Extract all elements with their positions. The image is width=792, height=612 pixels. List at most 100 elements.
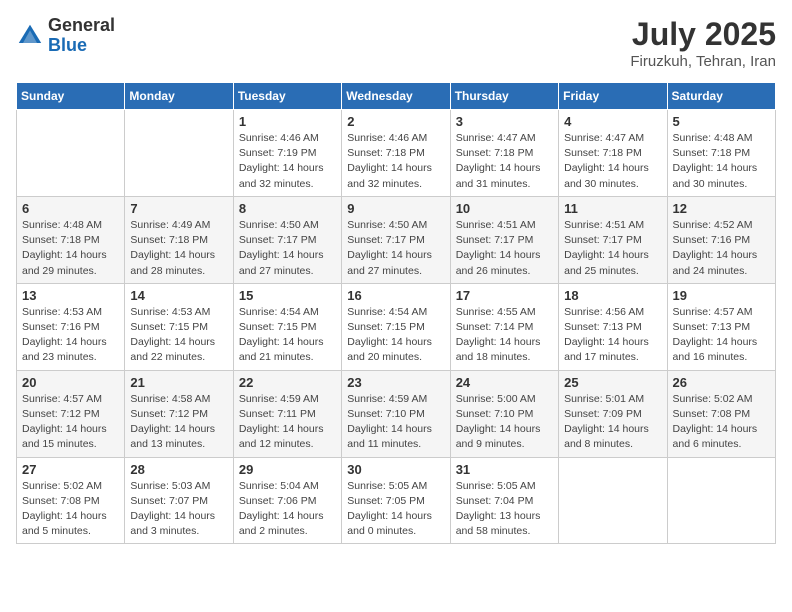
calendar-cell: 6Sunrise: 4:48 AM Sunset: 7:18 PM Daylig… xyxy=(17,196,125,283)
calendar-cell: 9Sunrise: 4:50 AM Sunset: 7:17 PM Daylig… xyxy=(342,196,450,283)
calendar-week-row: 13 Sunrise: 4:53 AM Sunset: 7:16 PM Dayli… xyxy=(17,283,776,370)
day-number: 28 xyxy=(130,462,227,477)
day-number: 11 xyxy=(564,201,661,216)
day-info: Sunrise: 5:02 AM Sunset: 7:08 PM Dayligh… xyxy=(22,479,119,540)
calendar-cell: 16 Sunrise: 4:54 AM Sunset: 7:15 PM Dayli… xyxy=(342,283,450,370)
calendar-cell: 12 Sunrise: 4:52 AM Sunset: 7:16 PM Dayli… xyxy=(667,196,775,283)
day-info: Sunrise: 4:48 AM Sunset: 7:18 PM Dayligh… xyxy=(22,218,119,279)
day-info: Sunrise: 4:58 AM Sunset: 7:12 PM Dayligh… xyxy=(130,392,227,453)
day-number: 7 xyxy=(130,201,227,216)
day-number: 30 xyxy=(347,462,444,477)
calendar-cell: 14Sunrise: 4:53 AM Sunset: 7:15 PM Dayli… xyxy=(125,283,233,370)
weekday-header: Saturday xyxy=(667,83,775,110)
calendar-cell: 11 Sunrise: 4:51 AM Sunset: 7:17 PM Dayli… xyxy=(559,196,667,283)
calendar-week-row: 20Sunrise: 4:57 AM Sunset: 7:12 PM Dayli… xyxy=(17,370,776,457)
day-info: Sunrise: 4:59 AM Sunset: 7:10 PM Dayligh… xyxy=(347,392,444,453)
calendar-cell: 30Sunrise: 5:05 AM Sunset: 7:05 PM Dayli… xyxy=(342,457,450,544)
weekday-header: Sunday xyxy=(17,83,125,110)
weekday-header: Tuesday xyxy=(233,83,341,110)
day-info: Sunrise: 4:46 AM Sunset: 7:18 PM Dayligh… xyxy=(347,131,444,192)
calendar-cell: 8 Sunrise: 4:50 AM Sunset: 7:17 PM Daylig… xyxy=(233,196,341,283)
day-info: Sunrise: 5:02 AM Sunset: 7:08 PM Dayligh… xyxy=(673,392,770,453)
day-info: Sunrise: 4:57 AM Sunset: 7:13 PM Dayligh… xyxy=(673,305,770,366)
day-number: 1 xyxy=(239,114,336,129)
day-number: 15 xyxy=(239,288,336,303)
day-number: 13 xyxy=(22,288,119,303)
calendar-cell xyxy=(17,110,125,197)
weekday-header: Monday xyxy=(125,83,233,110)
weekday-header: Friday xyxy=(559,83,667,110)
calendar-table: SundayMondayTuesdayWednesdayThursdayFrid… xyxy=(16,82,776,544)
logo-icon xyxy=(16,22,44,50)
day-info: Sunrise: 4:54 AM Sunset: 7:15 PM Dayligh… xyxy=(347,305,444,366)
calendar-cell: 3 Sunrise: 4:47 AM Sunset: 7:18 PM Daylig… xyxy=(450,110,558,197)
calendar-cell: 24 Sunrise: 5:00 AM Sunset: 7:10 PM Dayli… xyxy=(450,370,558,457)
calendar-cell: 20Sunrise: 4:57 AM Sunset: 7:12 PM Dayli… xyxy=(17,370,125,457)
day-info: Sunrise: 5:04 AM Sunset: 7:06 PM Dayligh… xyxy=(239,479,336,540)
day-info: Sunrise: 5:00 AM Sunset: 7:10 PM Dayligh… xyxy=(456,392,553,453)
day-info: Sunrise: 4:52 AM Sunset: 7:16 PM Dayligh… xyxy=(673,218,770,279)
day-info: Sunrise: 4:48 AM Sunset: 7:18 PM Dayligh… xyxy=(673,131,770,192)
weekday-header: Wednesday xyxy=(342,83,450,110)
weekday-header: Thursday xyxy=(450,83,558,110)
day-number: 27 xyxy=(22,462,119,477)
day-info: Sunrise: 4:59 AM Sunset: 7:11 PM Dayligh… xyxy=(239,392,336,453)
day-number: 5 xyxy=(673,114,770,129)
calendar-cell: 10Sunrise: 4:51 AM Sunset: 7:17 PM Dayli… xyxy=(450,196,558,283)
day-number: 8 xyxy=(239,201,336,216)
day-number: 26 xyxy=(673,375,770,390)
calendar-week-row: 1 Sunrise: 4:46 AM Sunset: 7:19 PM Daylig… xyxy=(17,110,776,197)
calendar-cell: 21Sunrise: 4:58 AM Sunset: 7:12 PM Dayli… xyxy=(125,370,233,457)
day-number: 12 xyxy=(673,201,770,216)
weekday-header-row: SundayMondayTuesdayWednesdayThursdayFrid… xyxy=(17,83,776,110)
calendar-cell: 28Sunrise: 5:03 AM Sunset: 7:07 PM Dayli… xyxy=(125,457,233,544)
day-info: Sunrise: 4:53 AM Sunset: 7:16 PM Dayligh… xyxy=(22,305,119,366)
calendar-cell: 29 Sunrise: 5:04 AM Sunset: 7:06 PM Dayli… xyxy=(233,457,341,544)
page-header: General Blue July 2025 Firuzkuh, Tehran,… xyxy=(16,16,776,70)
day-number: 29 xyxy=(239,462,336,477)
day-number: 24 xyxy=(456,375,553,390)
day-info: Sunrise: 5:05 AM Sunset: 7:04 PM Dayligh… xyxy=(456,479,553,540)
calendar-cell: 23 Sunrise: 4:59 AM Sunset: 7:10 PM Dayli… xyxy=(342,370,450,457)
logo-text: General Blue xyxy=(48,16,115,56)
calendar-cell: 13 Sunrise: 4:53 AM Sunset: 7:16 PM Dayli… xyxy=(17,283,125,370)
day-number: 23 xyxy=(347,375,444,390)
logo: General Blue xyxy=(16,16,115,56)
calendar-cell: 15 Sunrise: 4:54 AM Sunset: 7:15 PM Dayli… xyxy=(233,283,341,370)
calendar-cell xyxy=(667,457,775,544)
day-number: 31 xyxy=(456,462,553,477)
logo-general-text: General xyxy=(48,16,115,36)
calendar-cell: 18Sunrise: 4:56 AM Sunset: 7:13 PM Dayli… xyxy=(559,283,667,370)
day-number: 22 xyxy=(239,375,336,390)
calendar-week-row: 27 Sunrise: 5:02 AM Sunset: 7:08 PM Dayli… xyxy=(17,457,776,544)
day-info: Sunrise: 4:55 AM Sunset: 7:14 PM Dayligh… xyxy=(456,305,553,366)
calendar-cell xyxy=(125,110,233,197)
day-info: Sunrise: 4:57 AM Sunset: 7:12 PM Dayligh… xyxy=(22,392,119,453)
calendar-cell: 7 Sunrise: 4:49 AM Sunset: 7:18 PM Daylig… xyxy=(125,196,233,283)
day-info: Sunrise: 4:49 AM Sunset: 7:18 PM Dayligh… xyxy=(130,218,227,279)
day-info: Sunrise: 4:51 AM Sunset: 7:17 PM Dayligh… xyxy=(564,218,661,279)
day-number: 16 xyxy=(347,288,444,303)
day-info: Sunrise: 4:47 AM Sunset: 7:18 PM Dayligh… xyxy=(564,131,661,192)
calendar-cell: 25Sunrise: 5:01 AM Sunset: 7:09 PM Dayli… xyxy=(559,370,667,457)
title-block: July 2025 Firuzkuh, Tehran, Iran xyxy=(630,16,776,70)
day-info: Sunrise: 4:50 AM Sunset: 7:17 PM Dayligh… xyxy=(347,218,444,279)
day-info: Sunrise: 4:53 AM Sunset: 7:15 PM Dayligh… xyxy=(130,305,227,366)
day-number: 17 xyxy=(456,288,553,303)
day-info: Sunrise: 4:47 AM Sunset: 7:18 PM Dayligh… xyxy=(456,131,553,192)
month-year: July 2025 xyxy=(630,16,776,53)
calendar-cell: 26 Sunrise: 5:02 AM Sunset: 7:08 PM Dayli… xyxy=(667,370,775,457)
day-info: Sunrise: 4:50 AM Sunset: 7:17 PM Dayligh… xyxy=(239,218,336,279)
calendar-cell xyxy=(559,457,667,544)
day-number: 3 xyxy=(456,114,553,129)
calendar-cell: 22 Sunrise: 4:59 AM Sunset: 7:11 PM Dayli… xyxy=(233,370,341,457)
location: Firuzkuh, Tehran, Iran xyxy=(630,53,776,70)
calendar-cell: 27 Sunrise: 5:02 AM Sunset: 7:08 PM Dayli… xyxy=(17,457,125,544)
day-info: Sunrise: 4:46 AM Sunset: 7:19 PM Dayligh… xyxy=(239,131,336,192)
day-info: Sunrise: 4:51 AM Sunset: 7:17 PM Dayligh… xyxy=(456,218,553,279)
calendar-week-row: 6Sunrise: 4:48 AM Sunset: 7:18 PM Daylig… xyxy=(17,196,776,283)
day-info: Sunrise: 4:56 AM Sunset: 7:13 PM Dayligh… xyxy=(564,305,661,366)
logo-blue-text: Blue xyxy=(48,36,115,56)
calendar-cell: 5 Sunrise: 4:48 AM Sunset: 7:18 PM Daylig… xyxy=(667,110,775,197)
day-info: Sunrise: 4:54 AM Sunset: 7:15 PM Dayligh… xyxy=(239,305,336,366)
